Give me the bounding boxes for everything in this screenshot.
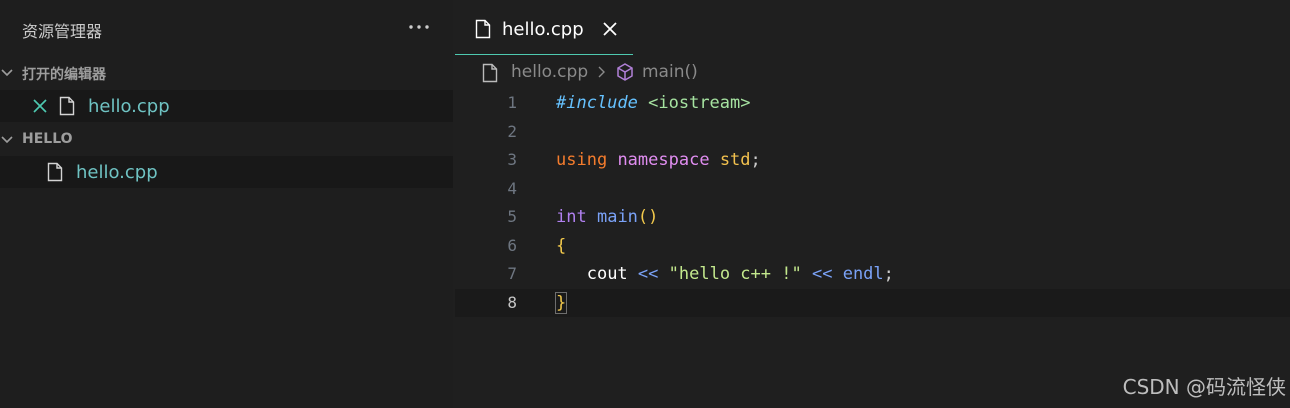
folder-file-item[interactable]: hello.cpp	[0, 156, 453, 188]
code-token: <<	[637, 264, 659, 284]
code-token: ;	[883, 264, 894, 284]
code-token: <iostream>	[648, 93, 751, 113]
line-number: 8	[507, 292, 517, 312]
method-cube-icon	[617, 63, 633, 81]
code-text: }	[554, 289, 568, 318]
line-number: 6	[507, 235, 517, 255]
file-icon	[59, 96, 75, 116]
close-icon[interactable]	[32, 98, 48, 114]
file-icon	[482, 63, 498, 83]
code-token: main	[596, 207, 638, 227]
watermark: CSDN @码流怪侠	[1122, 375, 1286, 399]
code-token: namespace	[617, 150, 710, 170]
close-icon[interactable]	[602, 21, 618, 37]
code-editor[interactable]: 1 #include <iostream> 2 3 using namespace st…	[455, 89, 1290, 317]
explorer-sidebar: 资源管理器 打开的编辑器 hello.cpp HELLO hello.cpp	[0, 0, 453, 408]
open-editor-item[interactable]: hello.cpp	[0, 90, 453, 122]
code-line[interactable]: 4	[455, 175, 1290, 204]
line-number: 5	[507, 207, 517, 226]
line-number: 1	[507, 93, 517, 112]
line-number: 3	[507, 150, 517, 169]
code-line[interactable]: 2	[455, 118, 1290, 147]
code-text: using namespace std;	[556, 146, 761, 175]
file-icon	[47, 162, 63, 182]
code-text: {	[556, 232, 566, 261]
section-label: 打开的编辑器	[22, 67, 106, 83]
chevron-right-icon	[598, 66, 605, 78]
line-number: 7	[507, 264, 517, 283]
explorer-title: 资源管理器	[22, 22, 103, 41]
code-token: cout	[586, 264, 628, 284]
code-token: {	[556, 235, 567, 256]
section-folder-hello[interactable]: HELLO	[0, 129, 453, 151]
code-line[interactable]: 1 #include <iostream>	[455, 89, 1290, 118]
editor-tab[interactable]: hello.cpp	[455, 0, 633, 55]
ellipsis-icon[interactable]	[406, 14, 432, 40]
chevron-down-icon	[1, 136, 13, 144]
file-icon	[475, 19, 491, 39]
chevron-down-icon	[1, 69, 13, 77]
code-text: cout << "hello c++ !" << endl;	[556, 260, 894, 289]
code-token: int	[556, 207, 587, 227]
code-text: int main()	[556, 203, 658, 232]
line-number: 4	[507, 178, 517, 198]
code-line[interactable]: 7 cout << "hello c++ !" << endl;	[455, 260, 1290, 289]
code-token: using	[556, 150, 608, 170]
code-token: std	[719, 150, 751, 170]
code-token: <<	[811, 264, 833, 284]
file-name: hello.cpp	[76, 162, 158, 183]
code-token: ()	[637, 207, 659, 227]
code-token: endl	[842, 264, 884, 284]
code-line[interactable]: 5 int main()	[455, 203, 1290, 232]
code-text: #include <iostream>	[556, 89, 751, 118]
vscode-window: 资源管理器 打开的编辑器 hello.cpp HELLO hello.cpp h…	[0, 0, 1290, 408]
code-line[interactable]: 8}	[455, 288, 1290, 318]
breadcrumb-symbol[interactable]: main()	[642, 62, 698, 82]
code-token: "hello c++ !"	[668, 264, 802, 284]
line-number: 2	[507, 121, 517, 141]
section-open-editors[interactable]: 打开的编辑器	[0, 62, 453, 84]
code-line[interactable]: 3 using namespace std;	[455, 146, 1290, 175]
breadcrumb-file[interactable]: hello.cpp	[511, 62, 588, 82]
code-line[interactable]: 6{	[455, 232, 1290, 261]
code-token: #include	[556, 93, 638, 113]
tab-label: hello.cpp	[502, 19, 584, 40]
code-token: }	[554, 291, 568, 314]
code-token: ;	[750, 150, 761, 170]
file-name: hello.cpp	[88, 96, 170, 117]
section-label: HELLO	[22, 131, 73, 147]
